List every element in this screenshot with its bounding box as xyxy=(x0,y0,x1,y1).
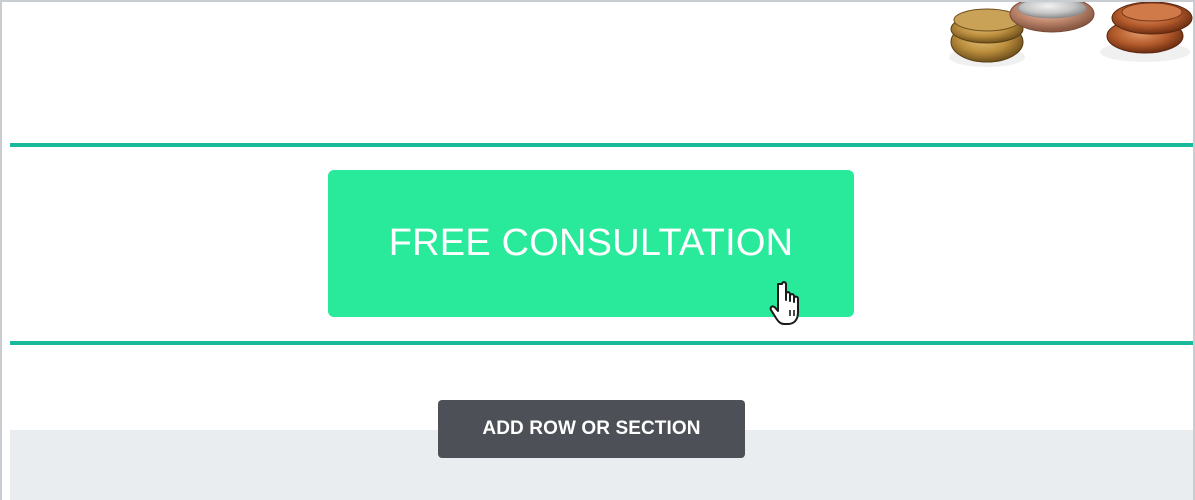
free-consultation-label: FREE CONSULTATION xyxy=(388,222,794,264)
editor-canvas: FREE CONSULTATION ADD ROW OR SECTION xyxy=(0,0,1195,500)
add-row-or-section-button[interactable]: ADD ROW OR SECTION xyxy=(438,400,745,458)
free-consultation-button[interactable]: FREE CONSULTATION xyxy=(328,170,854,317)
coins-photo xyxy=(902,2,1193,77)
add-row-or-section-label: ADD ROW OR SECTION xyxy=(482,418,701,439)
